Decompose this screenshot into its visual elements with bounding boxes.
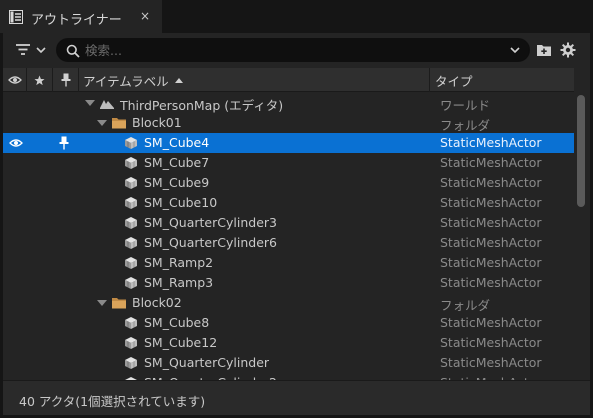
tree-row-actor[interactable]: SM_QuarterCylinder2StaticMeshActor bbox=[3, 373, 574, 380]
header-pin[interactable] bbox=[53, 68, 79, 92]
row-label: SM_Cube7 bbox=[144, 155, 210, 170]
search-box[interactable] bbox=[56, 38, 530, 62]
static-mesh-icon bbox=[125, 317, 137, 329]
eye-icon bbox=[7, 76, 22, 84]
header-item-label[interactable]: アイテムラベル bbox=[79, 68, 430, 92]
search-input[interactable] bbox=[85, 42, 495, 58]
column-header: アイテムラベル タイプ bbox=[3, 68, 574, 92]
sort-ascending-icon bbox=[174, 77, 183, 83]
tree-row-folder[interactable]: Block01 フォルダ bbox=[3, 113, 574, 133]
row-type: フォルダ bbox=[440, 298, 491, 313]
tree-row-actor[interactable]: SM_Cube12 StaticMeshActor bbox=[3, 333, 574, 353]
row-type: StaticMeshActor bbox=[440, 155, 542, 170]
static-mesh-icon bbox=[125, 237, 137, 249]
star-icon bbox=[34, 74, 45, 85]
row-type: StaticMeshActor bbox=[440, 195, 542, 210]
row-label: SM_QuarterCylinder6 bbox=[144, 235, 277, 250]
static-mesh-icon bbox=[125, 277, 137, 289]
row-type: StaticMeshActor bbox=[440, 175, 542, 190]
tree-row-actor[interactable]: SM_QuarterCylinder6 StaticMeshActor bbox=[3, 233, 574, 253]
world-icon bbox=[100, 100, 114, 109]
tree-row-actor[interactable]: SM_QuarterCylinder StaticMeshActor bbox=[3, 353, 574, 373]
folder-icon bbox=[112, 118, 126, 129]
tree-row-actor[interactable]: SM_Cube4 StaticMeshActor bbox=[3, 133, 574, 153]
search-icon bbox=[66, 44, 80, 58]
add-folder-button[interactable] bbox=[535, 41, 553, 59]
row-type: StaticMeshActor bbox=[440, 235, 542, 250]
add-folder-icon bbox=[537, 45, 551, 56]
filter-button[interactable] bbox=[15, 41, 51, 59]
gear-icon bbox=[560, 42, 576, 58]
settings-button[interactable] bbox=[559, 41, 577, 59]
row-type: StaticMeshActor bbox=[440, 315, 542, 330]
expand-arrow-icon[interactable] bbox=[97, 300, 107, 306]
row-label: SM_Cube10 bbox=[144, 195, 218, 210]
chevron-down-icon[interactable] bbox=[509, 45, 521, 55]
tab-outliner[interactable]: アウトライナー × bbox=[0, 0, 162, 33]
row-label: SM_Cube8 bbox=[144, 315, 210, 330]
header-visibility[interactable] bbox=[3, 68, 27, 92]
tree-row-actor[interactable]: SM_Ramp2 StaticMeshActor bbox=[3, 253, 574, 273]
tree-row-actor[interactable]: SM_Cube8 StaticMeshActor bbox=[3, 313, 574, 333]
row-type: StaticMeshActor bbox=[440, 255, 542, 270]
actor-count-status: 40 アクタ(1個選択されています) bbox=[19, 394, 206, 409]
row-type: StaticMeshActor bbox=[440, 275, 542, 290]
row-label: SM_Cube12 bbox=[144, 335, 218, 350]
static-mesh-icon bbox=[125, 217, 137, 229]
tree-row-folder[interactable]: Block02 フォルダ bbox=[3, 293, 574, 313]
static-mesh-icon bbox=[125, 357, 137, 369]
pin-icon[interactable] bbox=[59, 136, 69, 150]
scrollbar-thumb[interactable] bbox=[577, 95, 585, 207]
row-label: SM_Cube4 bbox=[144, 135, 210, 150]
folder-icon bbox=[112, 298, 126, 309]
close-icon[interactable]: × bbox=[140, 9, 150, 23]
row-label: SM_QuarterCylinder bbox=[144, 355, 270, 370]
tab-title: アウトライナー bbox=[31, 13, 122, 28]
static-mesh-icon bbox=[125, 157, 137, 169]
static-mesh-icon bbox=[125, 197, 137, 209]
tree-row-world[interactable]: ThirdPersonMap (エディタ) ワールド bbox=[3, 93, 574, 113]
vertical-scrollbar[interactable] bbox=[574, 93, 590, 380]
expand-arrow-icon[interactable] bbox=[85, 100, 95, 106]
row-type: StaticMeshActor bbox=[440, 335, 542, 350]
outliner-icon bbox=[9, 10, 23, 24]
chevron-down-icon bbox=[36, 47, 46, 54]
status-bar: 40 アクタ(1個選択されています) bbox=[3, 380, 590, 415]
row-label: SM_Ramp3 bbox=[144, 275, 214, 290]
header-favorite[interactable] bbox=[27, 68, 53, 92]
row-label: SM_QuarterCylinder3 bbox=[144, 215, 277, 230]
row-label: SM_Cube9 bbox=[144, 175, 210, 190]
row-type: フォルダ bbox=[440, 118, 491, 133]
visibility-eye-icon[interactable] bbox=[9, 138, 23, 148]
row-type: StaticMeshActor bbox=[440, 215, 542, 230]
tree-row-actor[interactable]: SM_Cube7 StaticMeshActor bbox=[3, 153, 574, 173]
outliner-panel: アイテムラベル タイプ ThirdPersonMap (エディタ)ワールドBlo… bbox=[3, 33, 590, 415]
header-type-text: タイプ bbox=[435, 73, 473, 89]
row-type: ワールド bbox=[440, 98, 491, 113]
row-type: StaticMeshActor bbox=[440, 135, 542, 150]
tree-row-actor[interactable]: SM_Cube10 StaticMeshActor bbox=[3, 193, 574, 213]
pin-icon bbox=[61, 73, 70, 87]
filter-icon bbox=[16, 44, 30, 55]
static-mesh-icon bbox=[125, 337, 137, 349]
row-type: StaticMeshActor bbox=[440, 355, 542, 370]
row-label: Block01 bbox=[132, 115, 182, 130]
row-label: ThirdPersonMap (エディタ) bbox=[120, 98, 284, 113]
outliner-tree: ThirdPersonMap (エディタ) ワールド Block01 フォルダ SM_C… bbox=[3, 93, 574, 380]
row-label: SM_Ramp2 bbox=[144, 255, 214, 270]
static-mesh-icon bbox=[125, 257, 137, 269]
static-mesh-icon bbox=[125, 177, 137, 189]
header-type[interactable]: タイプ bbox=[430, 68, 574, 92]
expand-arrow-icon[interactable] bbox=[97, 120, 107, 126]
tab-strip: アウトライナー × bbox=[0, 0, 593, 33]
tree-row-actor[interactable]: SM_Cube9 StaticMeshActor bbox=[3, 173, 574, 193]
tree-row-actor[interactable]: SM_QuarterCylinder3 StaticMeshActor bbox=[3, 213, 574, 233]
static-mesh-icon bbox=[125, 137, 137, 149]
tree-row-actor[interactable]: SM_Ramp3 StaticMeshActor bbox=[3, 273, 574, 293]
header-item-label-text: アイテムラベル bbox=[83, 73, 169, 89]
row-label: Block02 bbox=[132, 295, 182, 310]
